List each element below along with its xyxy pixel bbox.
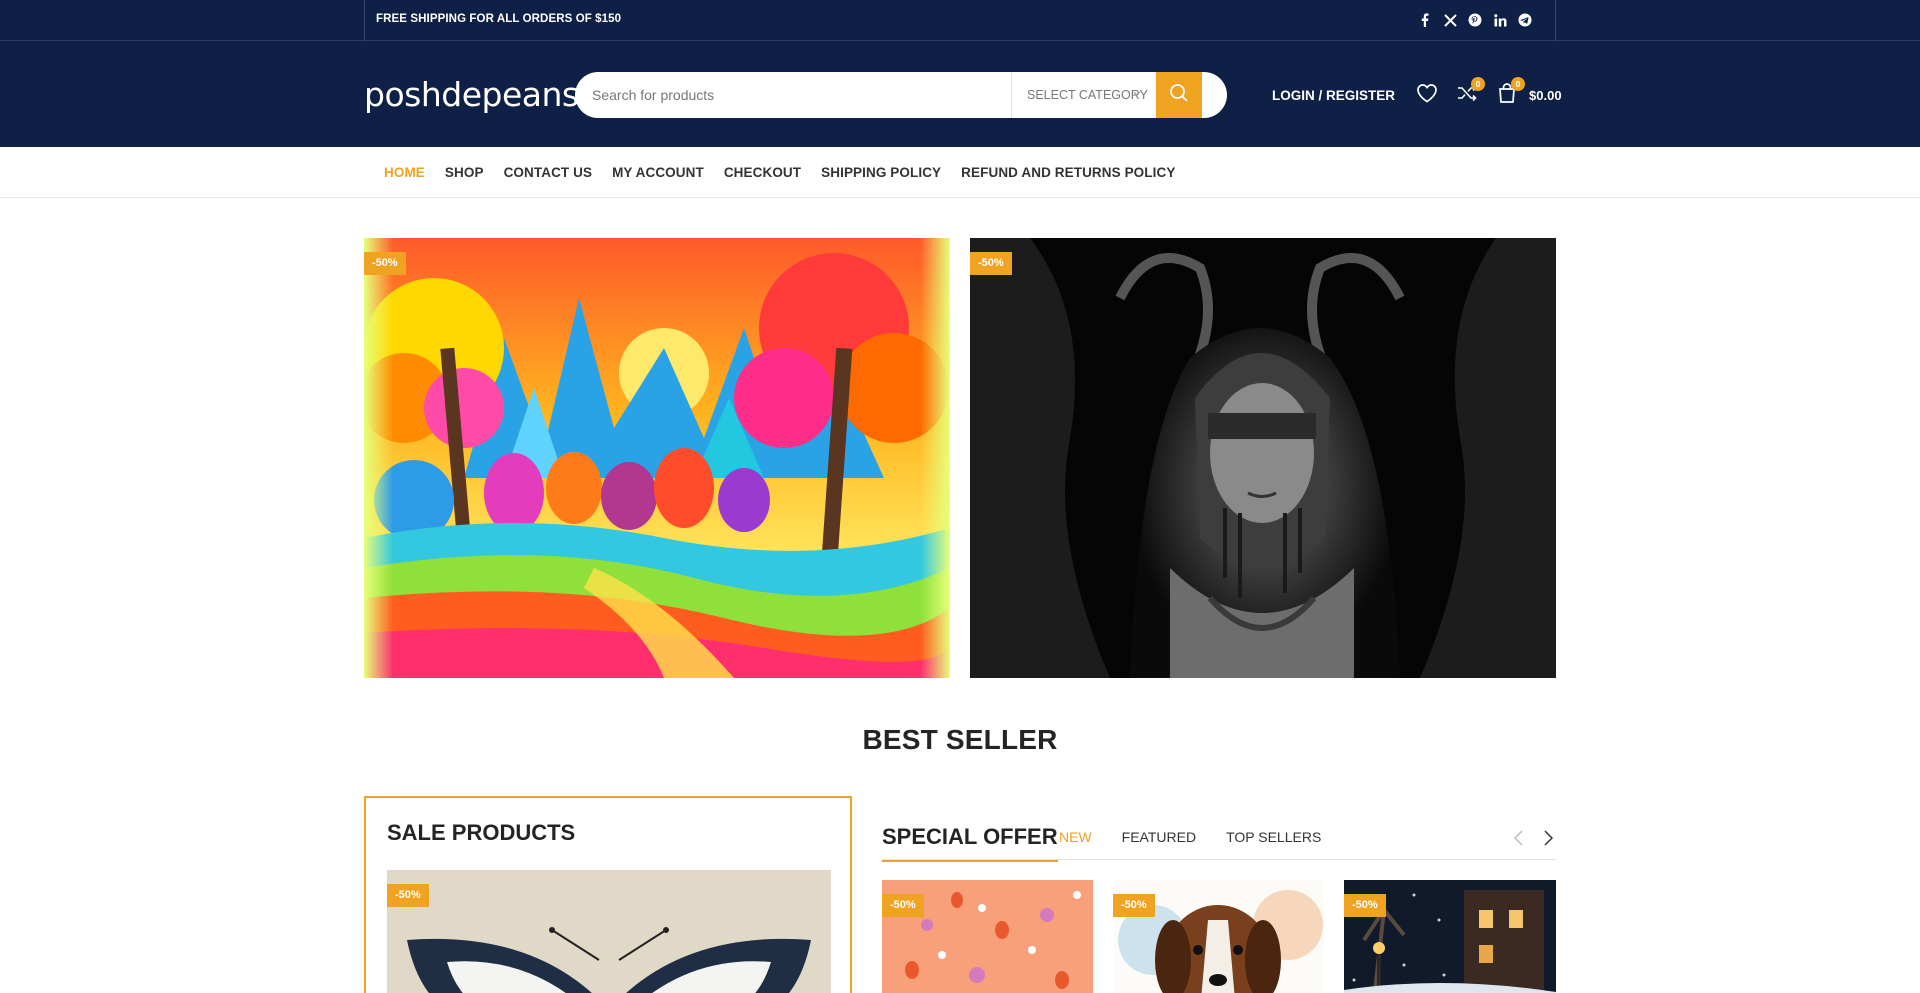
social-links [1417,12,1533,28]
landscape-painting-image [364,238,950,678]
nav-item-home[interactable]: HOME [384,165,425,180]
nav-item-shipping-policy[interactable]: SHIPPING POLICY [821,165,941,180]
top-bar: FREE SHIPPING FOR ALL ORDERS OF $150 [0,0,1920,41]
product-card[interactable]: -50% [1113,880,1324,993]
chevron-right-icon[interactable] [1540,828,1556,848]
discount-badge: -50% [1344,894,1386,917]
search-input[interactable] [575,72,1011,118]
wishlist-button[interactable] [1415,83,1439,107]
site-logo[interactable]: poshdepeans [364,75,579,114]
best-seller-heading: BEST SELLER [862,724,1058,755]
discount-badge: -50% [1113,894,1155,917]
discount-badge: -50% [882,894,924,917]
discount-badge: -50% [364,252,406,275]
pinterest-icon[interactable] [1467,12,1483,28]
nav-item-shop[interactable]: SHOP [445,165,484,180]
discount-badge: -50% [970,252,1012,275]
free-shipping-notice: FREE SHIPPING FOR ALL ORDERS OF $150 [376,13,622,25]
search-bar: SELECT CATEGORY [575,72,1227,118]
promo-banner-hooded-figure[interactable]: -50% [970,238,1556,678]
sale-products-widget: SALE PRODUCTS -50% [364,796,852,993]
telegram-icon[interactable] [1517,12,1533,28]
product-card[interactable]: -50% [1344,880,1556,993]
search-icon [1169,83,1189,108]
login-register-link[interactable]: LOGIN / REGISTER [1272,88,1395,103]
linkedin-icon[interactable] [1492,12,1508,28]
search-button[interactable] [1156,72,1202,118]
tab-new[interactable]: NEW [1059,829,1092,845]
main-header: poshdepeans SELECT CATEGORY LOGIN / REGI… [0,41,1920,147]
compare-count-badge: 0 [1471,77,1486,91]
promo-banner-landscape[interactable]: -50% [364,238,950,678]
cart-button[interactable]: 0 [1495,77,1526,107]
butterfly-artwork-image [387,870,831,993]
sale-product-card[interactable]: -50% [387,870,831,993]
facebook-icon[interactable] [1417,12,1433,28]
nav-item-my-account[interactable]: MY ACCOUNT [612,165,704,180]
sale-products-title: SALE PRODUCTS [387,820,576,845]
cart-count-badge: 0 [1511,77,1526,91]
tab-top-sellers[interactable]: TOP SELLERS [1226,829,1321,845]
main-navigation: HOME SHOP CONTACT US MY ACCOUNT CHECKOUT… [0,147,1920,198]
top-bar-inner: FREE SHIPPING FOR ALL ORDERS OF $150 [364,0,1556,41]
chevron-down-icon [1133,72,1141,118]
nav-item-checkout[interactable]: CHECKOUT [724,165,801,180]
hooded-figure-artwork-image [970,238,1556,678]
nav-item-contact-us[interactable]: CONTACT US [504,165,593,180]
heart-icon [1416,83,1438,108]
compare-button[interactable]: 0 [1455,77,1486,107]
header-actions: LOGIN / REGISTER 0 0 $0.00 [1272,75,1562,115]
tab-featured[interactable]: FEATURED [1122,829,1196,845]
category-select-label: SELECT CATEGORY [1027,88,1148,102]
product-card[interactable]: -50% [882,880,1093,993]
discount-badge: -50% [387,884,429,907]
category-select[interactable]: SELECT CATEGORY [1011,72,1156,118]
nav-item-refund-policy[interactable]: REFUND AND RETURNS POLICY [961,165,1175,180]
chevron-left-icon[interactable] [1510,828,1526,848]
special-offer-tabs: NEW FEATURED TOP SELLERS [1059,829,1321,845]
x-icon[interactable] [1442,12,1458,28]
carousel-arrows [1510,828,1556,848]
special-offer-header: SPECIAL OFFER NEW FEATURED TOP SELLERS [882,818,1556,862]
special-offer-title: SPECIAL OFFER [882,824,1058,862]
cart-total[interactable]: $0.00 [1529,88,1562,103]
